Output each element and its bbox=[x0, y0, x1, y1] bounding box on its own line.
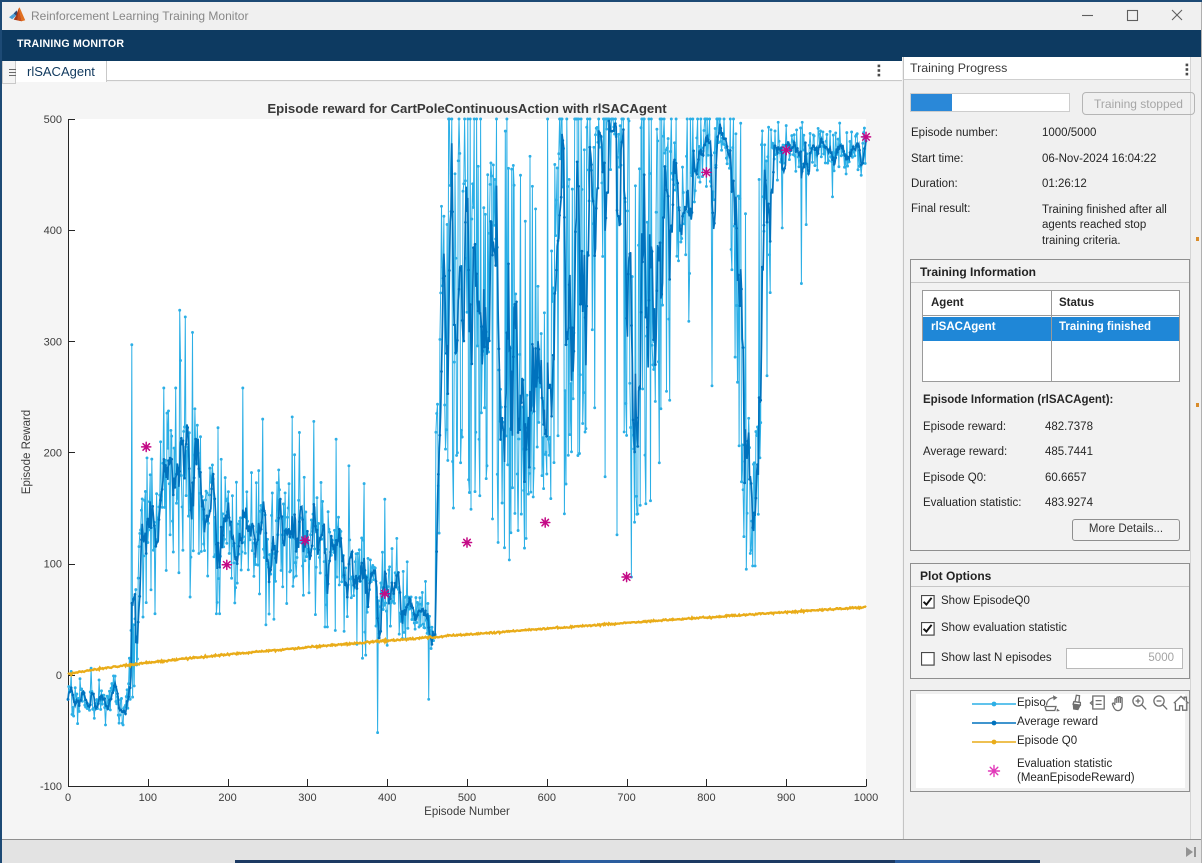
svg-text:300: 300 bbox=[44, 336, 62, 348]
svg-text:100: 100 bbox=[139, 792, 157, 804]
svg-text:700: 700 bbox=[617, 792, 635, 804]
svg-text:1000: 1000 bbox=[854, 792, 878, 804]
svg-text:0: 0 bbox=[65, 792, 71, 804]
svg-text:500: 500 bbox=[458, 792, 476, 804]
svg-text:100: 100 bbox=[44, 559, 62, 571]
svg-text:200: 200 bbox=[218, 792, 236, 804]
svg-text:500: 500 bbox=[44, 114, 62, 126]
svg-text:400: 400 bbox=[44, 225, 62, 237]
svg-text:Episode reward for CartPoleCon: Episode reward for CartPoleContinuousAct… bbox=[267, 101, 667, 116]
svg-text:600: 600 bbox=[538, 792, 556, 804]
svg-text:400: 400 bbox=[378, 792, 396, 804]
svg-text:Episode Reward: Episode Reward bbox=[21, 410, 33, 494]
svg-text:0: 0 bbox=[56, 670, 62, 682]
svg-text:800: 800 bbox=[697, 792, 715, 804]
svg-text:-100: -100 bbox=[40, 781, 62, 793]
svg-text:300: 300 bbox=[298, 792, 316, 804]
svg-text:200: 200 bbox=[44, 448, 62, 460]
svg-text:Episode Number: Episode Number bbox=[424, 806, 510, 818]
svg-text:900: 900 bbox=[777, 792, 795, 804]
